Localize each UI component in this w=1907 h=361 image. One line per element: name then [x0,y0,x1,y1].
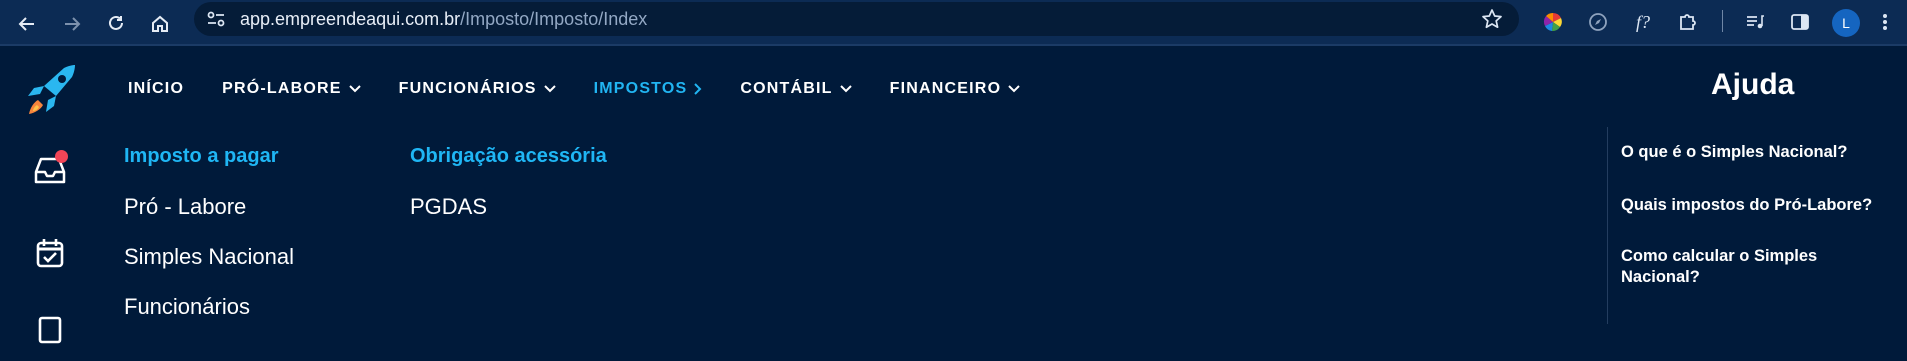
chevron-down-icon [348,85,361,93]
nav-item-label: CONTÁBIL [740,80,833,97]
rocket-logo[interactable] [18,62,82,122]
chevron-right-icon [694,83,702,95]
main-navigation: INÍCIO PRÓ-LABORE FUNCIONÁRIOS IMPOSTOS … [128,78,1058,100]
menu-section-imposto-a-pagar: Imposto a pagar [124,145,279,167]
nav-item-label: FUNCIONÁRIOS [398,80,537,97]
toolbar-separator [1722,10,1723,32]
address-bar[interactable]: app.empreendeaqui.com.br/Imposto/Imposto… [194,2,1519,36]
nav-item-label: PRÓ-LABORE [222,80,342,97]
nav-item-label: INÍCIO [128,80,185,97]
site-info-icon[interactable] [206,10,226,33]
menu-link-pgdas[interactable]: PGDAS [410,194,487,220]
url-host: app.empreendeaqui.com.br [240,9,461,29]
chevron-down-icon [839,85,852,93]
profile-avatar[interactable]: L [1832,9,1860,37]
menu-link-simples-nacional[interactable]: Simples Nacional [124,244,294,270]
chevron-down-icon [1008,85,1020,93]
help-link-simples-nacional[interactable]: O que é o Simples Nacional? [1621,142,1881,163]
home-icon[interactable] [143,7,177,41]
nav-item-contabil[interactable]: CONTÁBIL [740,80,852,98]
forward-icon[interactable] [55,7,89,41]
help-divider [1607,127,1608,324]
reload-icon[interactable] [99,7,133,41]
menu-link-pro-labore[interactable]: Pró - Labore [124,194,246,220]
help-link-calcular-simples[interactable]: Como calcular o Simples Nacional? [1621,246,1881,288]
notification-badge [55,150,68,163]
toolbar-border [0,44,1907,46]
nav-item-pro-labore[interactable]: PRÓ-LABORE [222,80,361,98]
menu-link-funcionarios[interactable]: Funcionários [124,294,250,320]
nav-item-label: FINANCEIRO [889,80,1002,97]
chevron-down-icon [543,85,556,93]
color-picker-extension-icon[interactable] [1538,7,1568,37]
url-path: /Imposto/Imposto/Index [460,9,648,29]
nav-item-label: IMPOSTOS [593,80,688,97]
help-title: Ajuda [1711,68,1795,101]
puzzle-extensions-icon[interactable] [1672,7,1702,37]
media-playlist-icon[interactable] [1740,7,1770,37]
side-panel-icon[interactable] [1785,7,1815,37]
help-link-impostos-pro-labore[interactable]: Quais impostos do Pró-Labore? [1621,195,1881,216]
document-icon[interactable] [30,316,70,356]
back-icon[interactable] [10,7,44,41]
browser-toolbar: app.empreendeaqui.com.br/Imposto/Imposto… [0,0,1907,46]
bookmark-star-icon[interactable] [1481,8,1503,35]
nav-item-financeiro[interactable]: FINANCEIRO [890,80,1021,98]
compass-extension-icon[interactable] [1583,7,1613,37]
nav-item-inicio[interactable]: INÍCIO [128,80,184,98]
nav-item-funcionarios[interactable]: FUNCIONÁRIOS [399,80,556,98]
function-extension-icon[interactable]: f? [1628,7,1658,37]
url-text: app.empreendeaqui.com.br/Imposto/Imposto… [240,9,647,30]
calendar-check-icon[interactable] [30,234,70,274]
kebab-menu-icon[interactable] [1870,7,1900,37]
nav-item-impostos[interactable]: IMPOSTOS [594,80,703,98]
menu-section-obrigacao-acessoria: Obrigação acessória [410,145,607,167]
